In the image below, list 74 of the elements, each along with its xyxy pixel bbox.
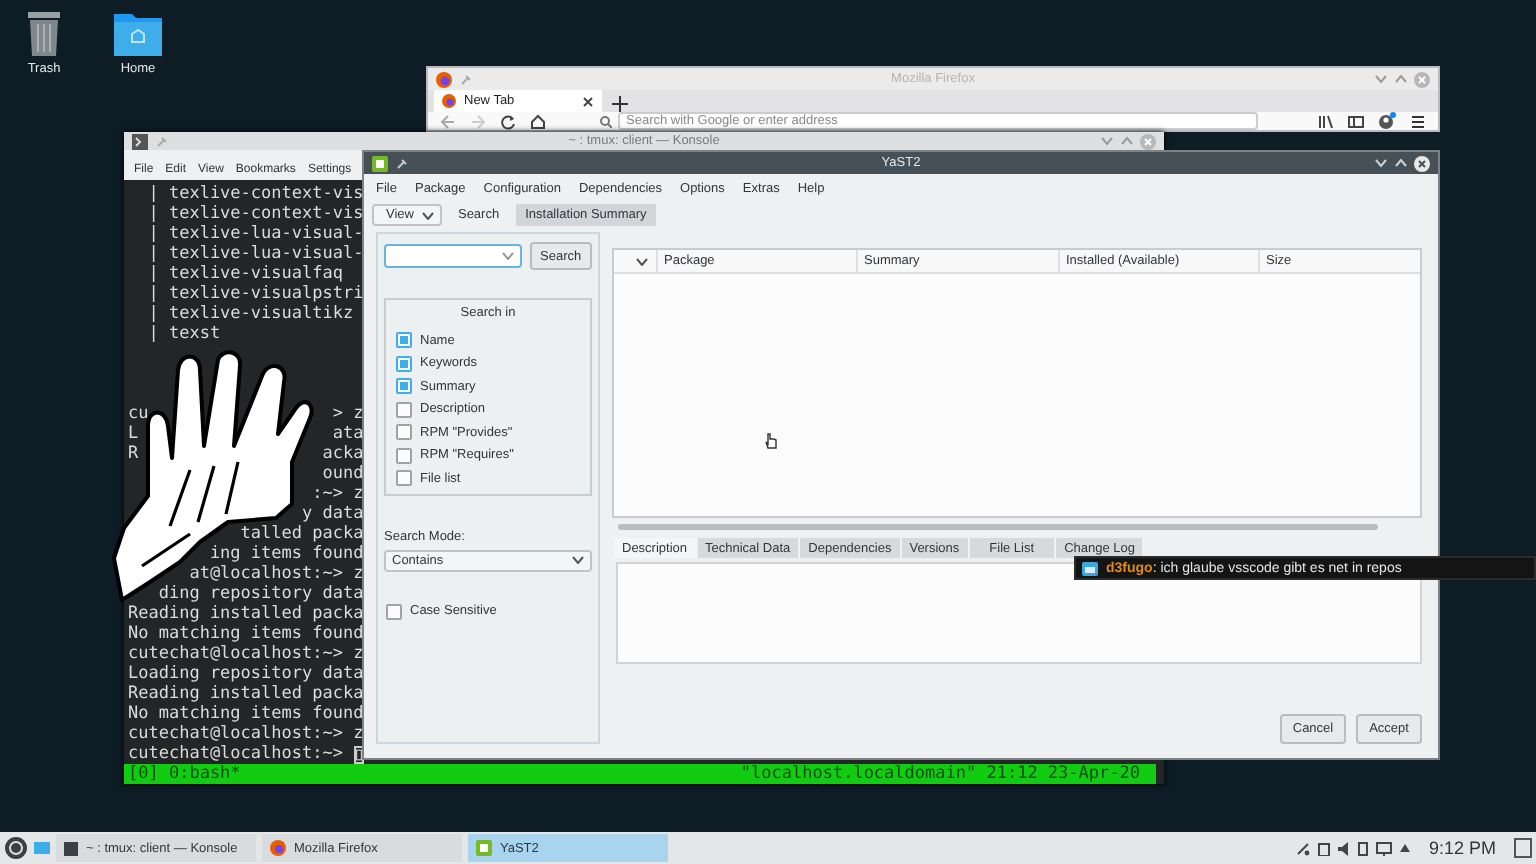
- library-icon[interactable]: [1318, 113, 1334, 129]
- sort-chevron-icon[interactable]: [636, 257, 648, 265]
- account-icon[interactable]: [1378, 112, 1396, 130]
- checkbox[interactable]: [396, 355, 412, 372]
- terminal-text: | texlive-context-vis: [148, 184, 364, 204]
- terminal-text: Loading repository data: [128, 664, 364, 684]
- terminal-icon: [64, 841, 78, 855]
- tray-expand-icon[interactable]: [1400, 844, 1411, 852]
- minimize-icon[interactable]: [1374, 156, 1388, 170]
- status-text: [0] 0:bash*: [128, 764, 241, 784]
- terminal-text: R: [128, 444, 139, 464]
- terminal-text: talled packa: [240, 524, 364, 544]
- home-folder-icon[interactable]: [114, 8, 162, 56]
- chevron-down-icon: [501, 252, 514, 260]
- menu-icon[interactable]: [1410, 113, 1426, 129]
- clock: 9:12 PM: [1428, 838, 1496, 858]
- terminal-text: | texlive-lua-visual-: [148, 224, 364, 244]
- terminal-text: :~> z: [312, 484, 364, 504]
- terminal-text: ing items found: [209, 544, 364, 564]
- sidebar-icon[interactable]: [1348, 113, 1364, 129]
- checkbox[interactable]: [396, 470, 412, 487]
- terminal-text: No matching items found: [128, 704, 364, 724]
- browser-icon: [270, 840, 286, 856]
- terminal-text: | texst: [148, 324, 221, 344]
- terminal-text: Reading installed packa: [128, 604, 364, 624]
- checkbox[interactable]: [396, 447, 412, 464]
- terminal-text: Reading installed packa: [128, 684, 364, 704]
- chevron-down-icon: [421, 211, 434, 219]
- checkbox[interactable]: [386, 603, 402, 620]
- terminal-text: acka: [322, 444, 364, 464]
- speaker-icon[interactable]: [1338, 841, 1351, 855]
- home-icon[interactable]: [530, 113, 546, 129]
- checkbox[interactable]: [396, 401, 412, 418]
- device-icon[interactable]: [1358, 841, 1369, 855]
- clipboard-icon[interactable]: [1318, 841, 1331, 855]
- reload-icon[interactable]: [500, 113, 516, 129]
- terminal-text: cu: [128, 404, 149, 424]
- maximize-icon[interactable]: [1394, 156, 1408, 170]
- yast-icon: [372, 155, 388, 171]
- show-desktop-icon[interactable]: [1514, 838, 1532, 858]
- close-icon[interactable]: [582, 95, 594, 107]
- search-field[interactable]: [384, 244, 522, 268]
- terminal-text: at@localhost:~> z: [189, 564, 364, 584]
- terminal-text: cutechat@localhost:~>: [128, 744, 343, 764]
- terminal-text: | texlive-context-vis: [148, 204, 364, 224]
- terminal-text: L: [128, 424, 139, 444]
- close-icon[interactable]: [1414, 155, 1430, 171]
- search-icon: [600, 115, 612, 127]
- chat-icon: [1082, 561, 1098, 575]
- terminal-text: ata: [332, 424, 364, 444]
- terminal-text: y data: [301, 504, 364, 524]
- terminal-text: | texlive-visualpstri: [148, 284, 364, 304]
- trash-icon[interactable]: [24, 8, 64, 56]
- chevron-down-icon: [572, 556, 584, 564]
- terminal-text: No matching items found: [128, 624, 364, 644]
- monitor-icon[interactable]: [1376, 841, 1393, 855]
- terminal-text: cutechat@localhost:~> z: [128, 724, 364, 744]
- yast-icon: [476, 840, 492, 856]
- terminal-text: | texlive-lua-visual-: [148, 244, 364, 264]
- terminal-text: ound: [322, 464, 364, 484]
- new-tab-icon[interactable]: [612, 96, 628, 112]
- terminal-text: | texlive-visualfaq: [148, 264, 343, 284]
- checkbox[interactable]: [396, 332, 412, 349]
- pin-icon[interactable]: [396, 157, 408, 169]
- status-text: "localhost.localdomain" 21:12 23-Apr-20: [740, 764, 1140, 784]
- terminal-text: | texlive-visualtikz: [148, 304, 354, 324]
- checkbox[interactable]: [396, 424, 412, 441]
- network-icon[interactable]: [1296, 841, 1311, 855]
- terminal-text: > z: [332, 404, 364, 424]
- terminal-text: cutechat@localhost:~> z: [128, 644, 364, 664]
- checkbox[interactable]: [396, 378, 412, 395]
- start-menu-icon[interactable]: [4, 836, 28, 860]
- pointer-hand-icon: [764, 432, 778, 450]
- terminal-text: ding repository data: [158, 584, 364, 604]
